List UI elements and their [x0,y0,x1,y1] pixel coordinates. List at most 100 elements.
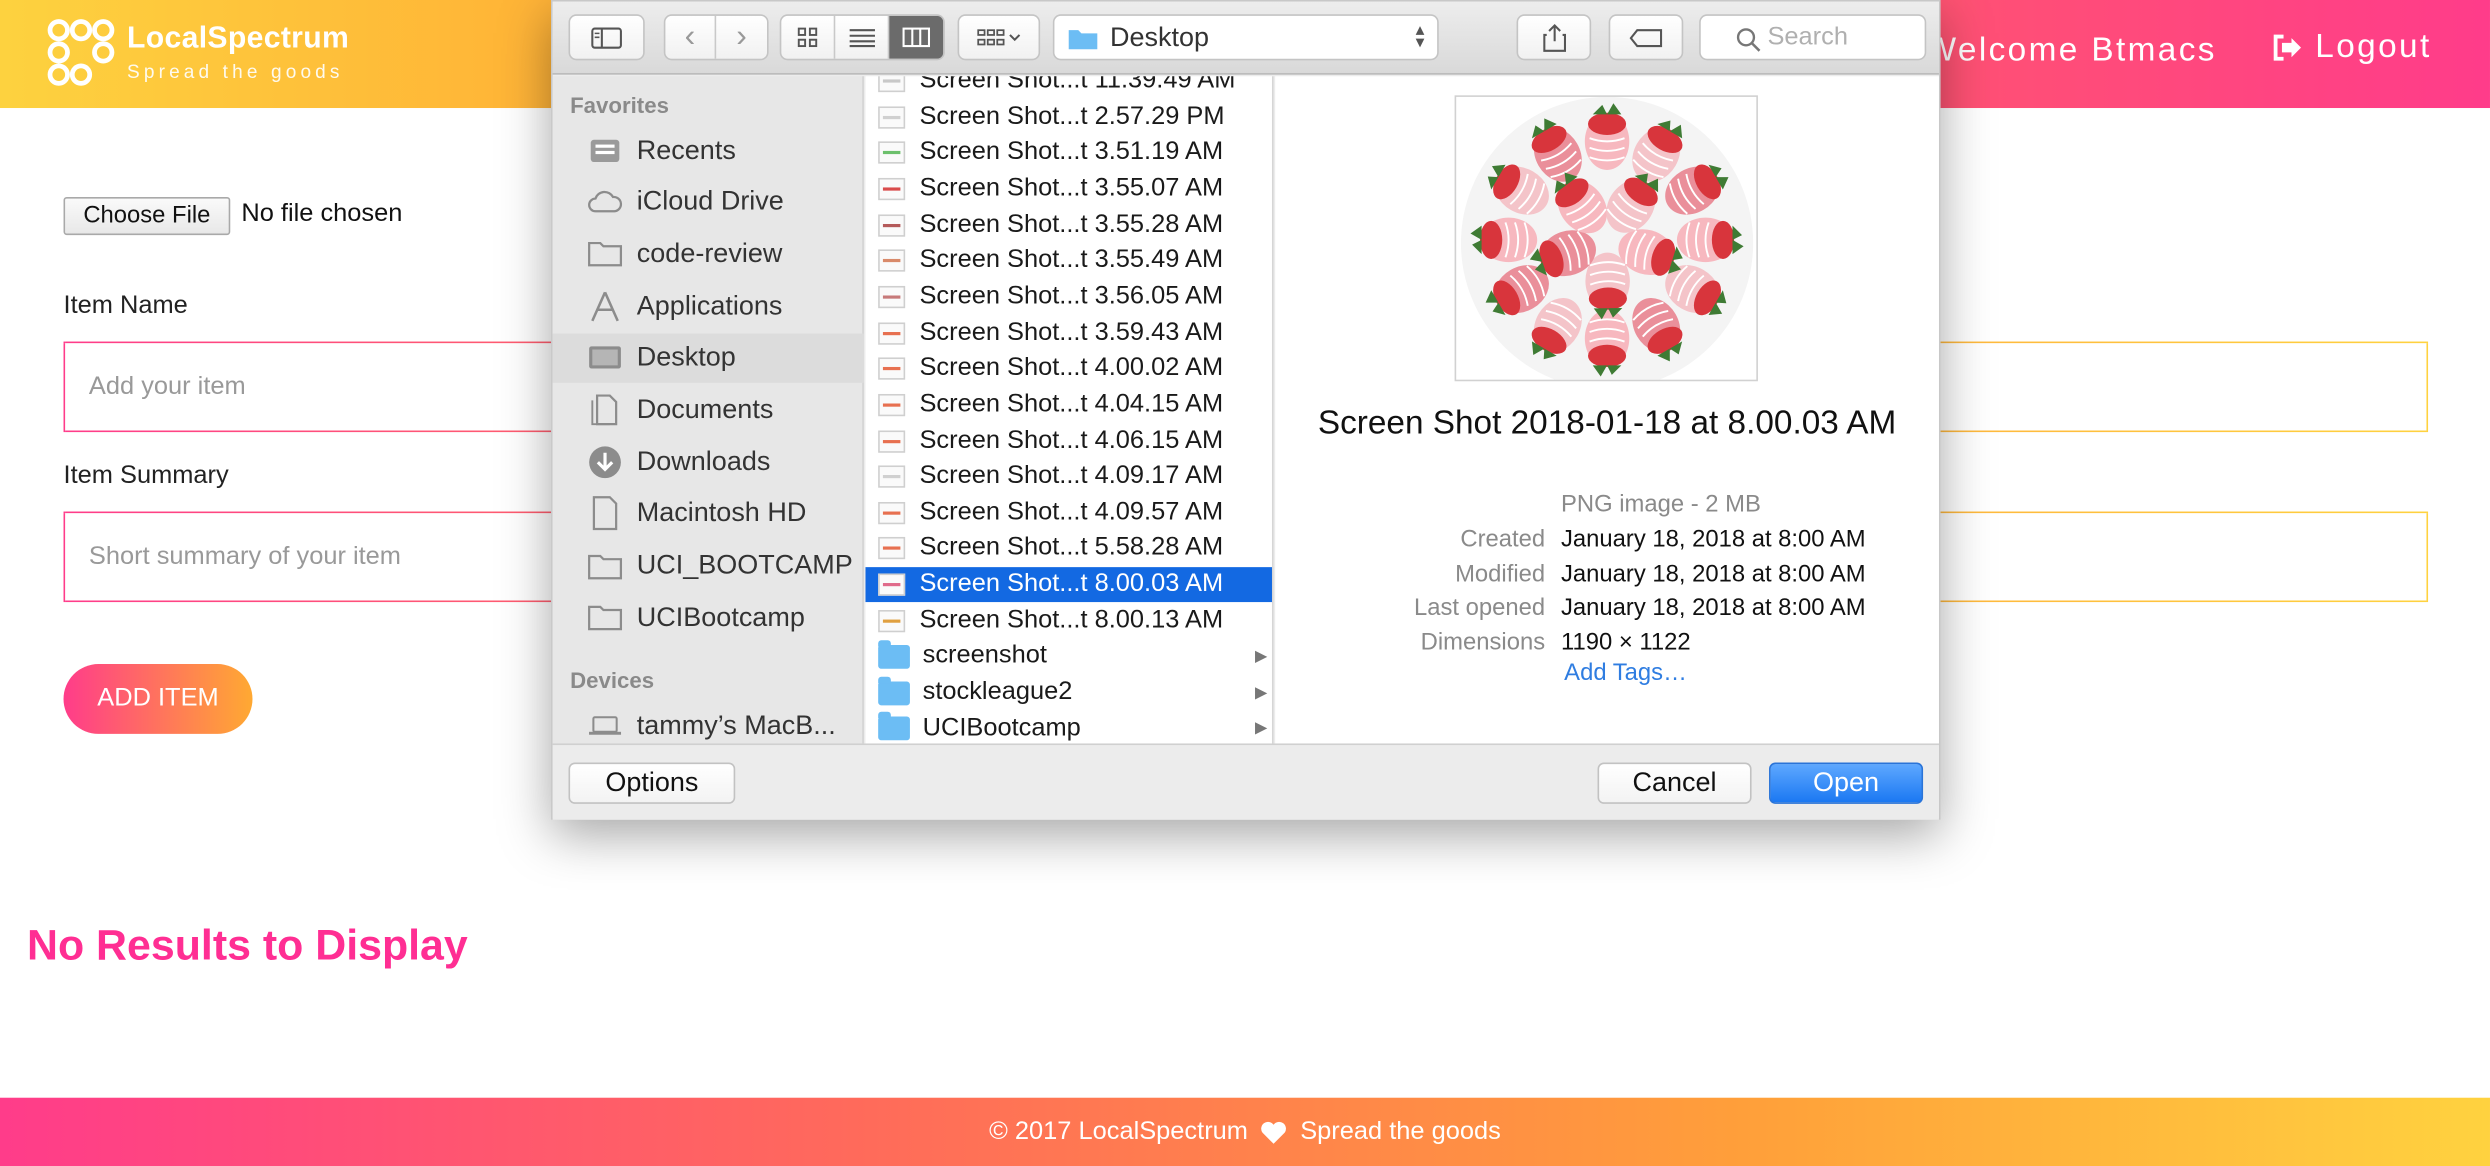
options-button[interactable]: Options [568,762,736,804]
folder-icon [878,640,910,669]
chevron-left-icon: ‹ [684,19,696,55]
tags-button[interactable] [1608,14,1684,61]
preview-pane: Screen Shot 2018-01-18 at 8.00.03 AM PNG… [1275,76,1939,744]
metadata-key: Dimensions [1420,628,1546,656]
file-row[interactable]: Screen Shot...t 3.55.28 AM [865,207,1272,242]
footer-copyright: © 2017 LocalSpectrum [989,1118,1248,1146]
search-placeholder: Search [1767,23,1848,51]
back-button[interactable]: ‹ [665,15,717,59]
grid-icon [797,26,817,47]
sidebar-item-desktop[interactable]: Desktop [552,333,864,383]
list-view-button[interactable] [835,15,890,59]
item-summary-label: Item Summary [63,462,229,490]
search-input[interactable]: Search [1699,14,1927,61]
file-row[interactable]: Screen Shot...t 8.00.13 AM [865,603,1272,638]
file-row[interactable]: Screen Shot...t 8.00.03 AM [865,567,1272,603]
file-name: Screen Shot...t 8.00.13 AM [919,606,1224,634]
file-row[interactable]: Screen Shot...t 4.09.17 AM [865,459,1272,494]
file-row[interactable]: Screen Shot...t 3.59.43 AM [865,315,1272,350]
file-row[interactable]: Screen Shot...t 2.57.29 PM [865,100,1272,135]
add-tags-link[interactable]: Add Tags… [1564,659,1687,686]
disclosure-arrow-icon: ▶ [1254,719,1268,738]
metadata-value: January 18, 2018 at 8:00 AM [1561,559,1866,587]
folder-icon [1068,29,1098,49]
thumbnail-accent [882,295,901,299]
view-mode-control [779,14,945,61]
documents-icon [588,394,623,426]
folder-row[interactable]: screenshot ▶ [865,639,1272,674]
sidebar-item-ucibootcamp[interactable]: UCIBootcamp [553,593,864,642]
file-row[interactable]: Screen Shot...t 4.06.15 AM [865,423,1272,458]
file-row[interactable]: Screen Shot...t 3.51.19 AM [865,136,1272,171]
image-thumbnail-icon [878,105,906,129]
add-item-button[interactable]: ADD ITEM [63,664,253,734]
choose-file-button[interactable]: Choose File [63,196,231,236]
folder-icon [588,550,623,582]
sidebar-item-code-review[interactable]: code-review [553,229,864,278]
file-row[interactable]: Screen Shot...t 4.00.02 AM [865,351,1272,386]
item-name-label: Item Name [63,292,188,320]
sidebar-item-label: iCloud Drive [636,186,784,217]
logout-link[interactable]: Logout [2271,29,2432,67]
share-button[interactable] [1516,14,1592,61]
sidebar-item-label: Downloads [636,445,771,477]
arrange-menu-button[interactable] [957,14,1041,61]
location-popup[interactable]: Desktop ▴ ▾ [1052,14,1439,61]
strawberries-image [1461,96,1754,380]
recents-icon [588,134,623,166]
file-row[interactable]: Screen Shot...t 3.55.07 AM [865,171,1272,206]
sidebar-item-uci-bootcamp[interactable]: UCI_BOOTCAMP [553,541,864,590]
thumbnail-accent [882,511,901,515]
sidebar-item-icloud-drive[interactable]: iCloud Drive [553,177,864,226]
metadata-row: Dimensions 1190 × 1122 [1275,628,1939,661]
file-row[interactable]: Screen Shot...t 11.39.49 AM [865,76,1272,98]
file-row[interactable]: Screen Shot...t 4.04.15 AM [865,387,1272,422]
file-row[interactable]: Screen Shot...t 5.58.28 AM [865,531,1272,566]
folder-row[interactable]: UCIBootcamp ▶ [865,711,1272,743]
sidebar-item-applications[interactable]: Applications [553,281,864,330]
open-button[interactable]: Open [1769,762,1924,804]
image-thumbnail-icon [878,465,906,488]
metadata-row: Last opened January 18, 2018 at 8:00 AM [1275,594,1939,627]
thumbnail-accent [882,187,901,191]
location-label: Desktop [1110,21,1210,52]
file-name: stockleague2 [922,678,1073,706]
image-thumbnail-icon [878,213,906,237]
sidebar-item-recents[interactable]: Recents [553,125,864,174]
thumbnail-accent [882,475,901,479]
thumbnail-accent [882,115,901,119]
metadata-value: January 18, 2018 at 8:00 AM [1561,594,1866,622]
welcome-message: Welcome Btmacs [1924,31,2217,69]
kind-size-value: PNG image - 2 MB [1561,490,1761,518]
sidebar-item-macintosh-hd[interactable]: Macintosh HD [553,489,864,538]
thumbnail-accent [882,79,901,83]
footer: © 2017 LocalSpectrum Spread the goods [0,1097,2490,1166]
file-name: Screen Shot...t 3.51.19 AM [919,138,1224,166]
file-row[interactable]: Screen Shot...t 3.55.49 AM [865,243,1272,278]
heart-icon [1261,1121,1287,1144]
back-forward-control: ‹ › [663,14,769,61]
sidebar-item-documents[interactable]: Documents [553,385,864,434]
laptop-icon [588,709,623,741]
file-row[interactable]: Screen Shot...t 3.56.05 AM [865,279,1272,314]
footer-tagline: Spread the goods [1300,1118,1501,1146]
folder-icon [878,676,910,705]
sidebar-toggle-button[interactable] [568,14,645,61]
logo[interactable]: LocalSpectrum Spread the goods [47,19,349,86]
folder-row[interactable]: stockleague2 ▶ [865,675,1272,710]
image-thumbnail-icon [878,609,906,632]
cancel-button[interactable]: Cancel [1597,762,1752,804]
forward-button[interactable]: › [716,16,767,59]
sidebar-item-label: Desktop [636,342,736,373]
sidebar-item-downloads[interactable]: Downloads [553,437,864,486]
thumbnail-accent [882,583,901,587]
thumbnail-accent [882,367,901,371]
columns-icon [902,27,931,48]
preview-title: Screen Shot 2018-01-18 at 8.00.03 AM [1317,405,1897,442]
file-row[interactable]: Screen Shot...t 4.09.57 AM [865,495,1272,530]
file-name: Screen Shot...t 3.55.07 AM [919,174,1224,202]
sidebar-item-device[interactable]: tammy’s MacB... [553,701,864,750]
drive-icon [588,496,623,531]
column-view-button[interactable] [889,15,944,59]
icon-view-button[interactable] [781,15,836,59]
